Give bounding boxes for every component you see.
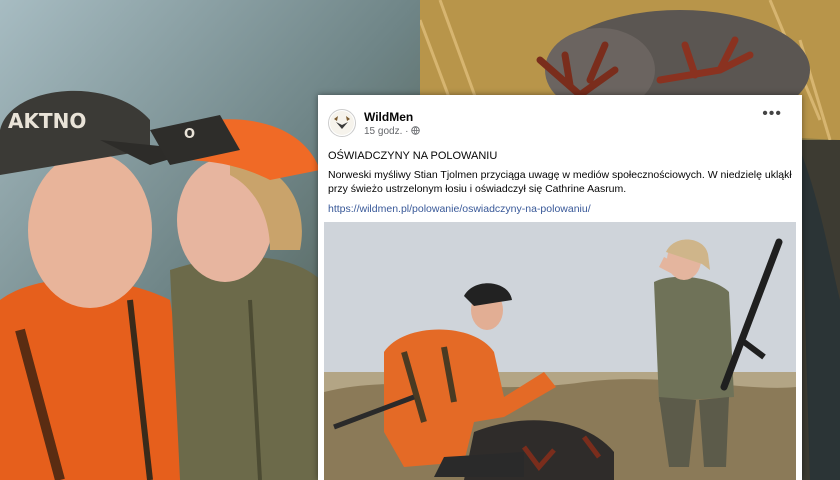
proposal-photo-illustration: [324, 222, 796, 480]
cap-logo-text: AKTNO: [8, 109, 86, 133]
globe-icon: [411, 126, 420, 137]
page-avatar[interactable]: [328, 109, 356, 137]
post-time[interactable]: 15 godz.: [364, 126, 402, 137]
post-title: OŚWIADCZYNY NA POLOWANIU: [328, 150, 498, 162]
wildmen-logo-icon: [330, 111, 354, 135]
post-meta: 15 godz. ·: [364, 126, 420, 137]
more-options-icon[interactable]: •••: [762, 105, 782, 123]
post-body-text: Norweski myśliwy Stian Tjolmen przyciąga…: [328, 169, 792, 195]
article-link[interactable]: https://wildmen.pl/polowanie/oswiadczyny…: [328, 203, 591, 215]
cap2-logo-text: O: [184, 127, 195, 142]
facebook-post: WildMen 15 godz. · ••• OŚWIADCZYNY NA PO…: [318, 95, 802, 480]
proposal-photo[interactable]: [324, 222, 796, 480]
page-name-link[interactable]: WildMen: [364, 110, 413, 124]
post-header: WildMen 15 godz. · •••: [328, 105, 792, 143]
